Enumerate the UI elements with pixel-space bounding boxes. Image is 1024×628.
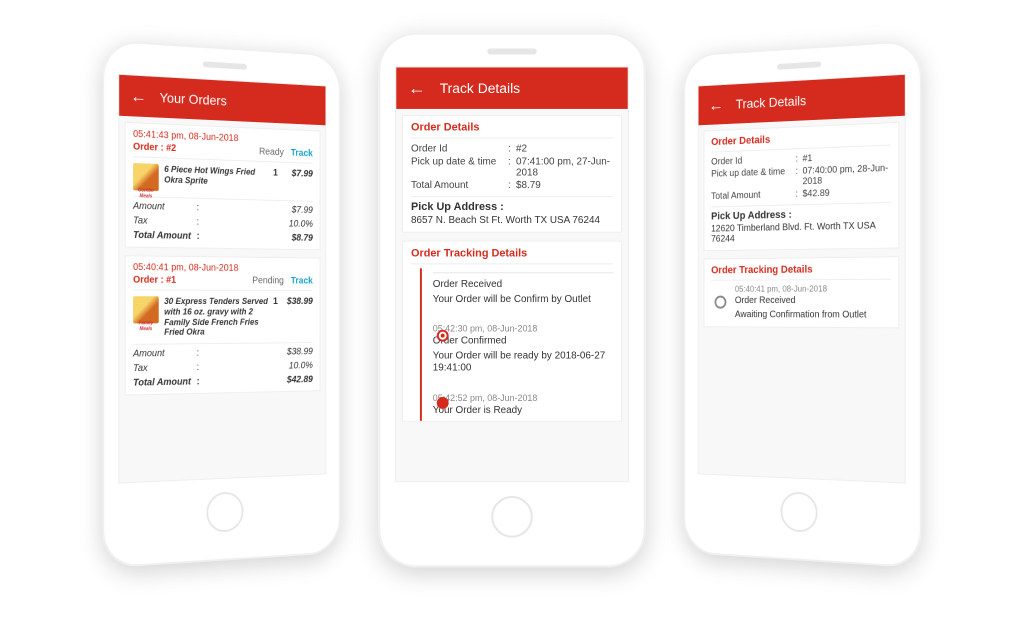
- track-link[interactable]: Track: [291, 276, 313, 286]
- timeline-step: Order Received Your Order will be Confir…: [433, 268, 613, 319]
- amount-value: $38.99: [206, 347, 313, 359]
- item-qty: 1: [270, 168, 280, 179]
- total-amount-value: $8.79: [516, 180, 613, 191]
- step-timestamp: 05:42:30 pm, 08-Jun-2018: [433, 324, 613, 334]
- timeline-node-empty-icon: [715, 296, 727, 309]
- order-number: #2: [166, 143, 176, 154]
- tax-label: Tax: [133, 216, 197, 228]
- home-button[interactable]: [491, 496, 533, 538]
- item-thumbnail: [133, 296, 159, 323]
- section-title: Order Details: [411, 122, 613, 139]
- pickup-datetime-label: Pick up date & time: [411, 156, 508, 178]
- amount-label: Amount: [133, 201, 197, 213]
- step-message: Your Order will be Confirm by Outlet: [433, 292, 613, 306]
- step-title: Order Received: [735, 293, 867, 307]
- order-label: Order :: [133, 142, 164, 154]
- order-details-card: Order Details Order Id:#1 Pick up date &…: [704, 122, 900, 251]
- screen-title: Your Orders: [160, 90, 227, 109]
- order-label: Order :: [133, 275, 164, 286]
- order-id-value: #2: [516, 144, 613, 155]
- step-timestamp: 05:40:41 pm, 08-Jun-2018: [735, 284, 867, 294]
- earpiece: [203, 61, 247, 69]
- order-status: Ready: [259, 147, 284, 158]
- tracking-card: Order Tracking Details 05:40:41 pm, 08-J…: [704, 256, 900, 328]
- screen: ← Your Orders 05:41:43 pm, 08-Jun-2018 O…: [118, 74, 326, 484]
- order-number: #1: [166, 275, 176, 286]
- tracking-timeline: Order Received Your Order will be Confir…: [411, 268, 613, 420]
- phone-track-details-pending: ← Track Details Order Details Order Id:#…: [684, 40, 922, 569]
- section-title: Order Tracking Details: [711, 263, 891, 281]
- step-message: Your Order will be ready by 2018-06-27 1…: [433, 348, 613, 375]
- timeline-step: 05:42:30 pm, 08-Jun-2018 Order Confirmed…: [433, 320, 613, 389]
- order-item-row: 30 Express Tenders Served with 16 oz. gr…: [133, 290, 313, 345]
- item-price: $38.99: [281, 297, 313, 307]
- item-qty: 1: [270, 296, 280, 306]
- home-button[interactable]: [781, 491, 818, 533]
- step-title: Order Confirmed: [433, 334, 613, 348]
- earpiece: [777, 61, 821, 69]
- order-card[interactable]: 05:41:43 pm, 08-Jun-2018 Order : #2 Read…: [125, 122, 321, 250]
- order-id-label: Order Id: [411, 144, 508, 155]
- order-item-row: 6 Piece Hot Wings Fried Okra Sprite 1 $7…: [133, 157, 313, 202]
- pickup-datetime-label: Pick up date & time: [711, 166, 795, 189]
- appbar: ← Track Details: [396, 67, 628, 109]
- earpiece: [487, 49, 537, 55]
- item-name: 6 Piece Hot Wings Fried Okra Sprite: [164, 164, 270, 188]
- item-thumbnail: [133, 163, 159, 191]
- timeline-line-icon: [420, 268, 422, 420]
- track-content: Order Details Order Id:#2 Pick up date &…: [396, 109, 628, 481]
- timeline-step: 05:42:52 pm, 08-Jun-2018 Your Order is R…: [433, 389, 613, 421]
- pickup-address-heading: Pick Up Address :: [411, 196, 613, 213]
- screen-title: Track Details: [736, 93, 806, 112]
- track-content: Order Details Order Id:#1 Pick up date &…: [699, 116, 905, 483]
- total-amount-label: Total Amount: [411, 180, 508, 191]
- orders-list: 05:41:43 pm, 08-Jun-2018 Order : #2 Read…: [119, 116, 325, 483]
- pickup-address: 8657 N. Beach St Ft. Worth TX USA 76244: [411, 213, 613, 226]
- order-timestamp: 05:40:41 pm, 08-Jun-2018: [133, 262, 313, 274]
- section-title: Order Tracking Details: [411, 248, 613, 265]
- tax-value: 10.0%: [206, 217, 313, 230]
- step-timestamp: 05:42:52 pm, 08-Jun-2018: [433, 393, 613, 403]
- step-title: Your Order is Ready: [433, 402, 613, 416]
- step-title: Order Received: [433, 277, 613, 291]
- timeline-step: 05:40:41 pm, 08-Jun-2018 Order Received …: [711, 284, 891, 322]
- total-value: $42.89: [206, 375, 313, 387]
- phone-your-orders: ← Your Orders 05:41:43 pm, 08-Jun-2018 O…: [102, 40, 340, 569]
- home-button[interactable]: [206, 491, 243, 533]
- track-link[interactable]: Track: [291, 148, 313, 159]
- back-arrow-icon[interactable]: ←: [130, 87, 147, 105]
- tracking-card: Order Tracking Details Order Received Yo…: [402, 241, 622, 422]
- back-arrow-icon[interactable]: ←: [408, 79, 426, 97]
- screen: ← Track Details Order Details Order Id:#…: [698, 74, 906, 484]
- total-label: Total Amount: [133, 377, 197, 389]
- order-details-card: Order Details Order Id:#2 Pick up date &…: [402, 115, 622, 233]
- pickup-datetime-value: 07:40:00 pm, 28-Jun-2018: [803, 163, 891, 187]
- order-status: Pending: [252, 276, 284, 287]
- amount-label: Amount: [133, 348, 197, 359]
- item-name: 30 Express Tenders Served with 16 oz. gr…: [164, 296, 270, 338]
- timeline-node-icon: [437, 397, 449, 409]
- screen-title: Track Details: [440, 80, 520, 96]
- step-message: Awaiting Confirmation from Outlet: [735, 307, 867, 321]
- order-card[interactable]: 05:40:41 pm, 08-Jun-2018 Order : #1 Pend…: [125, 255, 321, 395]
- total-label: Total Amount: [133, 230, 197, 242]
- tax-value: 10.0%: [206, 361, 313, 373]
- tax-label: Tax: [133, 363, 197, 375]
- phone-track-details-ready: ← Track Details Order Details Order Id:#…: [378, 33, 645, 568]
- screen: ← Track Details Order Details Order Id:#…: [395, 66, 629, 482]
- pickup-address: 12620 Timberland Blvd. Ft. Worth TX USA …: [711, 218, 891, 244]
- item-price: $7.99: [281, 168, 313, 179]
- section-title: Order Details: [711, 129, 891, 153]
- timeline-node-icon: [437, 330, 449, 342]
- pickup-datetime-value: 07:41:00 pm, 27-Jun-2018: [516, 156, 613, 178]
- total-value: $8.79: [206, 231, 313, 243]
- back-arrow-icon[interactable]: ←: [709, 96, 724, 114]
- total-amount-value: $42.89: [803, 186, 891, 199]
- total-amount-label: Total Amount: [711, 189, 795, 202]
